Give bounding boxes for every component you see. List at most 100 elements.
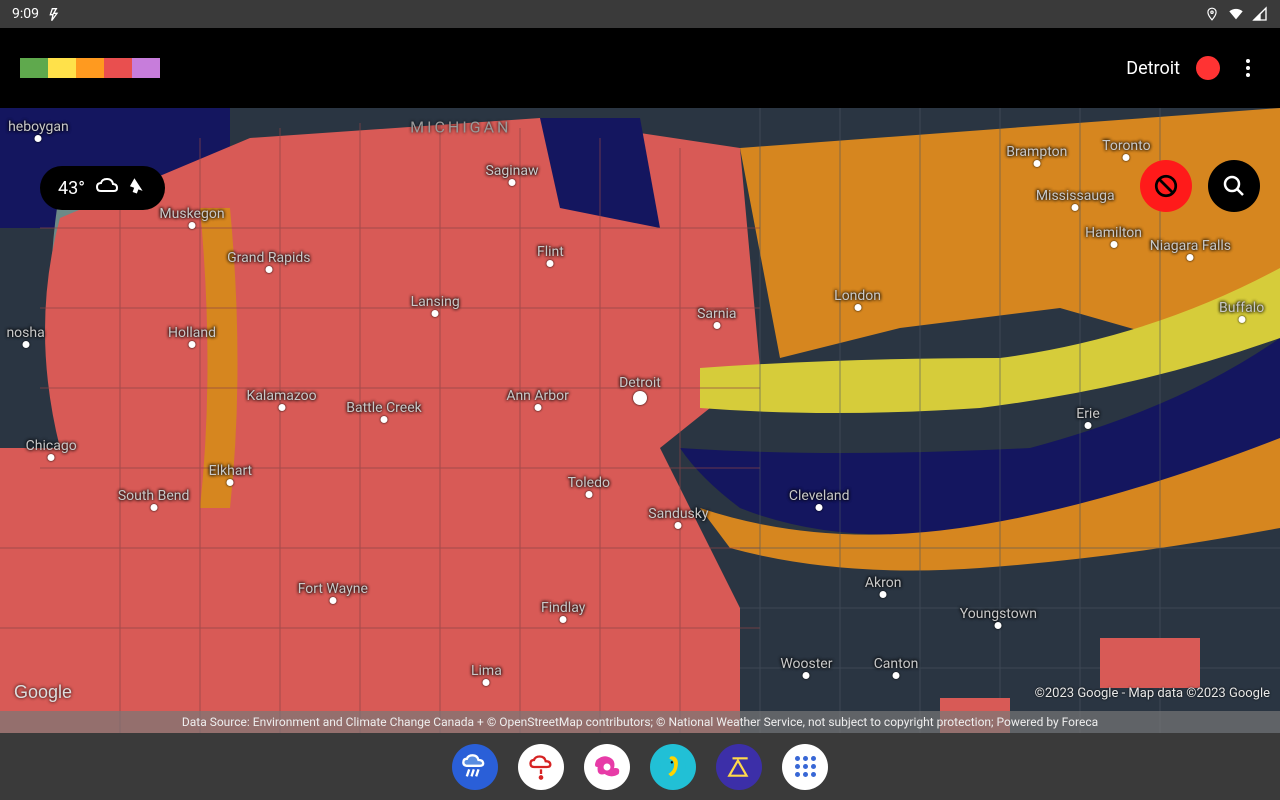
city-label: Sarnia	[697, 306, 736, 322]
city-marker	[1123, 154, 1130, 161]
city-label: Youngstown	[960, 606, 1037, 622]
city-marker	[880, 591, 887, 598]
city-marker	[1110, 241, 1117, 248]
city-label: Grand Rapids	[227, 250, 310, 266]
city-marker	[854, 304, 861, 311]
city-label: Battle Creek	[346, 400, 421, 416]
data-source-bar: Data Source: Environment and Climate Cha…	[0, 711, 1280, 733]
city-marker	[585, 491, 592, 498]
city-label: Sandusky	[648, 506, 708, 522]
city-marker	[803, 672, 810, 679]
city-label: Canton	[874, 656, 919, 672]
android-status-bar: 9:09	[0, 0, 1280, 28]
city-label: Holland	[168, 325, 216, 341]
bottom-toolbar	[0, 733, 1280, 800]
google-logo: Google	[14, 682, 72, 703]
city-label: Erie	[1076, 406, 1100, 422]
city-marker	[1187, 254, 1194, 261]
current-location-label[interactable]: Detroit	[1126, 58, 1180, 79]
map-copyright: ©2023 Google - Map data ©2023 Google	[1035, 686, 1270, 701]
severity-legend	[20, 58, 160, 78]
city-marker	[1072, 204, 1079, 211]
city-marker	[432, 310, 439, 317]
city-marker	[48, 454, 55, 461]
city-label: Cleveland	[789, 488, 850, 504]
city-label: Akron	[865, 575, 902, 591]
city-label: Toronto	[1102, 138, 1150, 154]
city-marker	[1238, 316, 1245, 323]
location-icon	[1204, 6, 1220, 22]
city-label: Saginaw	[485, 163, 538, 179]
city-marker	[893, 672, 900, 679]
city-label: Ann Arbor	[506, 388, 569, 404]
city-marker	[547, 260, 554, 267]
city-label: South Bend	[118, 488, 190, 504]
wind-arrow-icon	[129, 177, 147, 200]
city-marker	[381, 416, 388, 423]
data-source-text: Data Source: Environment and Climate Cha…	[182, 715, 1098, 729]
city-label: heboygan	[8, 119, 69, 135]
city-marker	[329, 597, 336, 604]
city-label: Lima	[471, 663, 502, 679]
city-label: Findlay	[541, 600, 585, 616]
active-alerts-button[interactable]	[1140, 160, 1192, 212]
city-label: Brampton	[1006, 144, 1067, 160]
region-label-michigan: MICHIGAN	[410, 117, 511, 136]
city-marker	[483, 679, 490, 686]
city-marker	[227, 479, 234, 486]
temperature-value: 43°	[58, 178, 85, 199]
city-label: Buffalo	[1219, 300, 1264, 316]
city-label: Mississauga	[1036, 188, 1115, 204]
city-marker	[189, 341, 196, 348]
city-marker	[35, 135, 42, 142]
city-label: Kalamazoo	[247, 388, 317, 404]
city-marker	[1085, 422, 1092, 429]
search-button[interactable]	[1208, 160, 1260, 212]
city-label: Fort Wayne	[298, 581, 368, 597]
city-label: Niagara Falls	[1150, 238, 1231, 254]
avalanche-layer-button[interactable]	[716, 744, 762, 790]
city-marker	[560, 616, 567, 623]
grid-icon	[795, 756, 816, 777]
city-marker	[189, 222, 196, 229]
city-label: Muskegon	[159, 206, 224, 222]
legend-swatch	[76, 58, 104, 78]
city-label: Flint	[537, 244, 564, 260]
city-marker	[265, 266, 272, 273]
city-label: Wooster	[780, 656, 832, 672]
more-layers-button[interactable]	[782, 744, 828, 790]
legend-swatch	[20, 58, 48, 78]
city-label: Hamilton	[1085, 225, 1142, 241]
city-label: nosha	[6, 325, 44, 341]
city-marker	[278, 404, 285, 411]
city-label: London	[834, 288, 881, 304]
city-marker	[509, 179, 516, 186]
city-marker	[713, 322, 720, 329]
legend-swatch	[132, 58, 160, 78]
city-marker	[534, 404, 541, 411]
city-marker	[1033, 160, 1040, 167]
status-time: 9:09	[12, 6, 39, 22]
app-header: Detroit	[0, 28, 1280, 108]
city-marker	[633, 391, 647, 405]
storm-icon	[47, 6, 63, 22]
city-label: Elkhart	[209, 463, 252, 479]
city-marker	[675, 522, 682, 529]
radar-layer-button[interactable]	[452, 744, 498, 790]
alert-indicator-dot[interactable]	[1196, 56, 1220, 80]
cloud-icon	[95, 176, 119, 201]
cell-signal-icon	[1252, 6, 1268, 22]
hurricane-layer-button[interactable]	[584, 744, 630, 790]
city-marker	[816, 504, 823, 511]
city-label: Chicago	[26, 438, 77, 454]
weather-map[interactable]: MICHIGAN heboygan Muskegon Grand Rapids Sag…	[0, 108, 1280, 733]
city-label: Lansing	[411, 294, 460, 310]
air-quality-layer-button[interactable]	[650, 744, 696, 790]
city-marker	[22, 341, 29, 348]
alerts-layer-button[interactable]	[518, 744, 564, 790]
city-label: Detroit	[619, 375, 661, 391]
city-marker	[150, 504, 157, 511]
temperature-pill[interactable]: 43°	[40, 166, 165, 210]
overflow-menu-button[interactable]	[1236, 56, 1260, 80]
city-marker	[995, 622, 1002, 629]
